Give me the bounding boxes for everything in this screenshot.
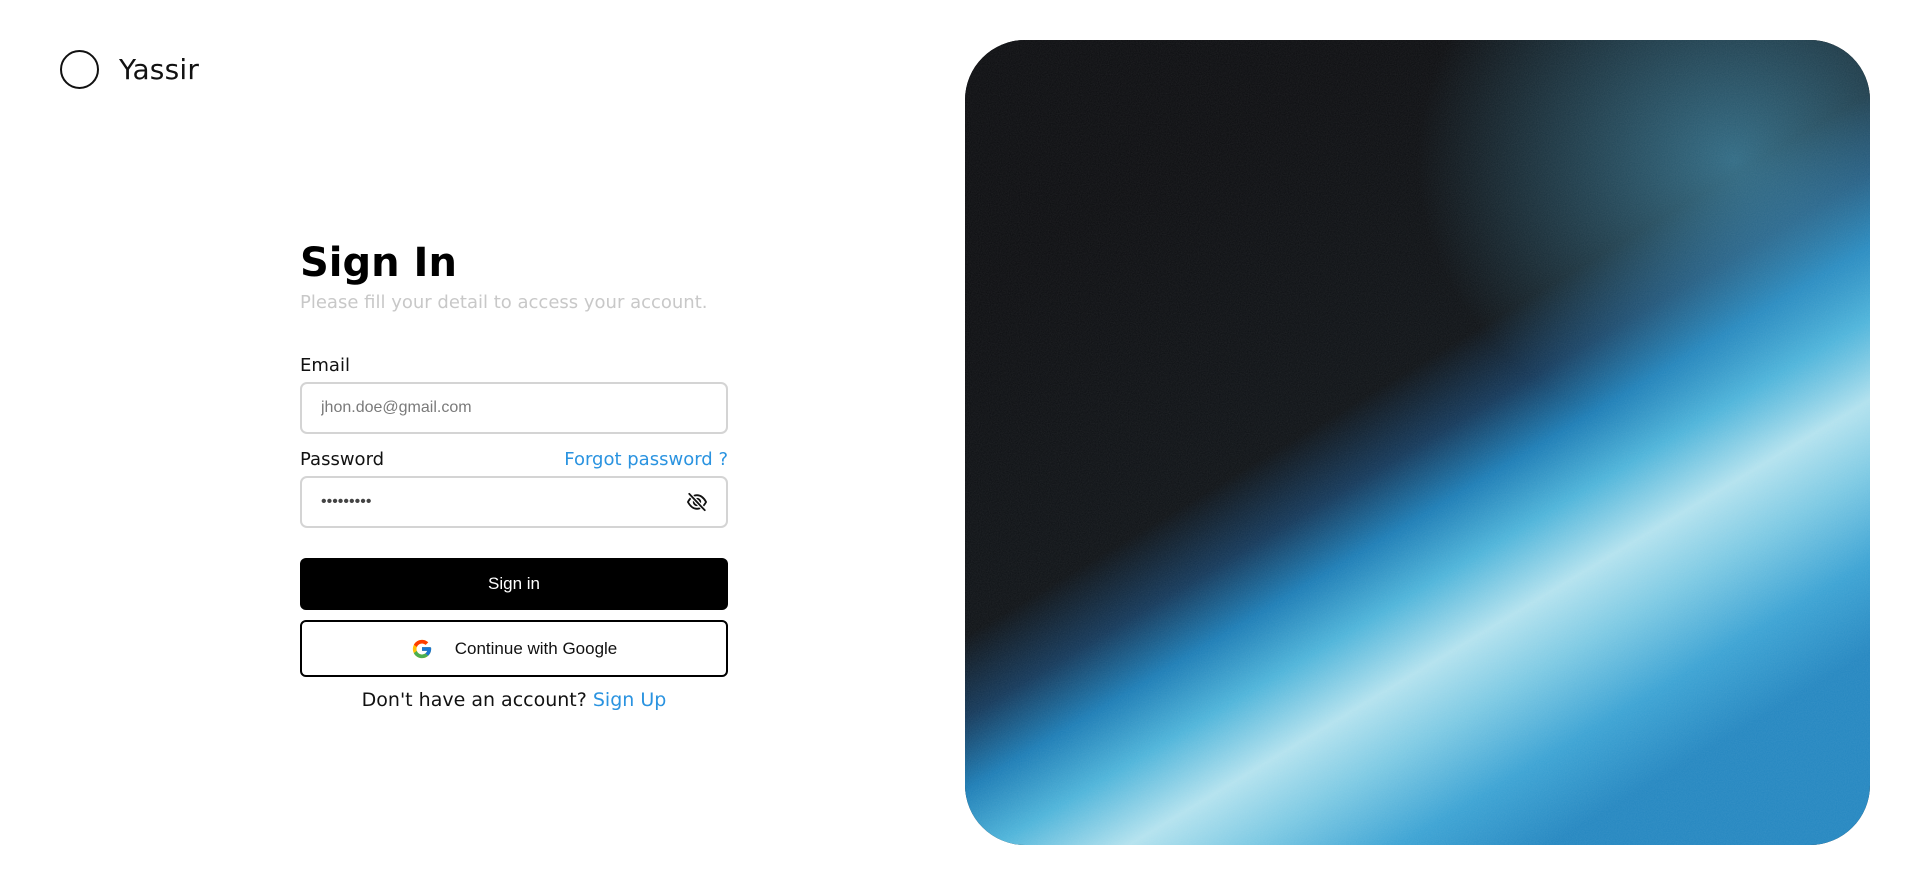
password-field[interactable] [302,478,726,526]
no-account-text: Don't have an account? [361,689,587,711]
email-input-box [300,382,728,434]
password-group: Password Forgot password ? [300,449,728,528]
email-label: Email [300,355,350,376]
email-group: Email [300,355,728,434]
sign-in-page: Yassir Sign In Please fill your detail t… [0,0,1919,879]
page-subtitle: Please fill your detail to access your a… [300,292,708,313]
email-label-row: Email [300,355,728,379]
sign-in-form: Sign In Please fill your detail to acces… [300,235,728,711]
forgot-password-link[interactable]: Forgot password ? [564,449,728,470]
eye-slash-icon[interactable] [686,491,708,513]
password-label-row: Password Forgot password ? [300,449,728,473]
page-title: Sign In [300,240,457,286]
sign-in-button[interactable]: Sign in [300,558,728,610]
google-button-label: Continue with Google [454,638,618,658]
brand[interactable]: Yassir [60,50,199,89]
email-field[interactable] [302,384,726,432]
hero-gradient-image [965,40,1870,845]
password-label: Password [300,449,385,470]
signup-prompt: Don't have an account? Sign Up [300,689,728,711]
sign-up-link[interactable]: Sign Up [593,689,666,711]
google-icon [411,638,433,660]
brand-name: Yassir [119,53,200,86]
continue-with-google-button[interactable]: Continue with Google [300,620,728,677]
circle-logo-icon [60,50,99,89]
password-input-box [300,476,728,528]
